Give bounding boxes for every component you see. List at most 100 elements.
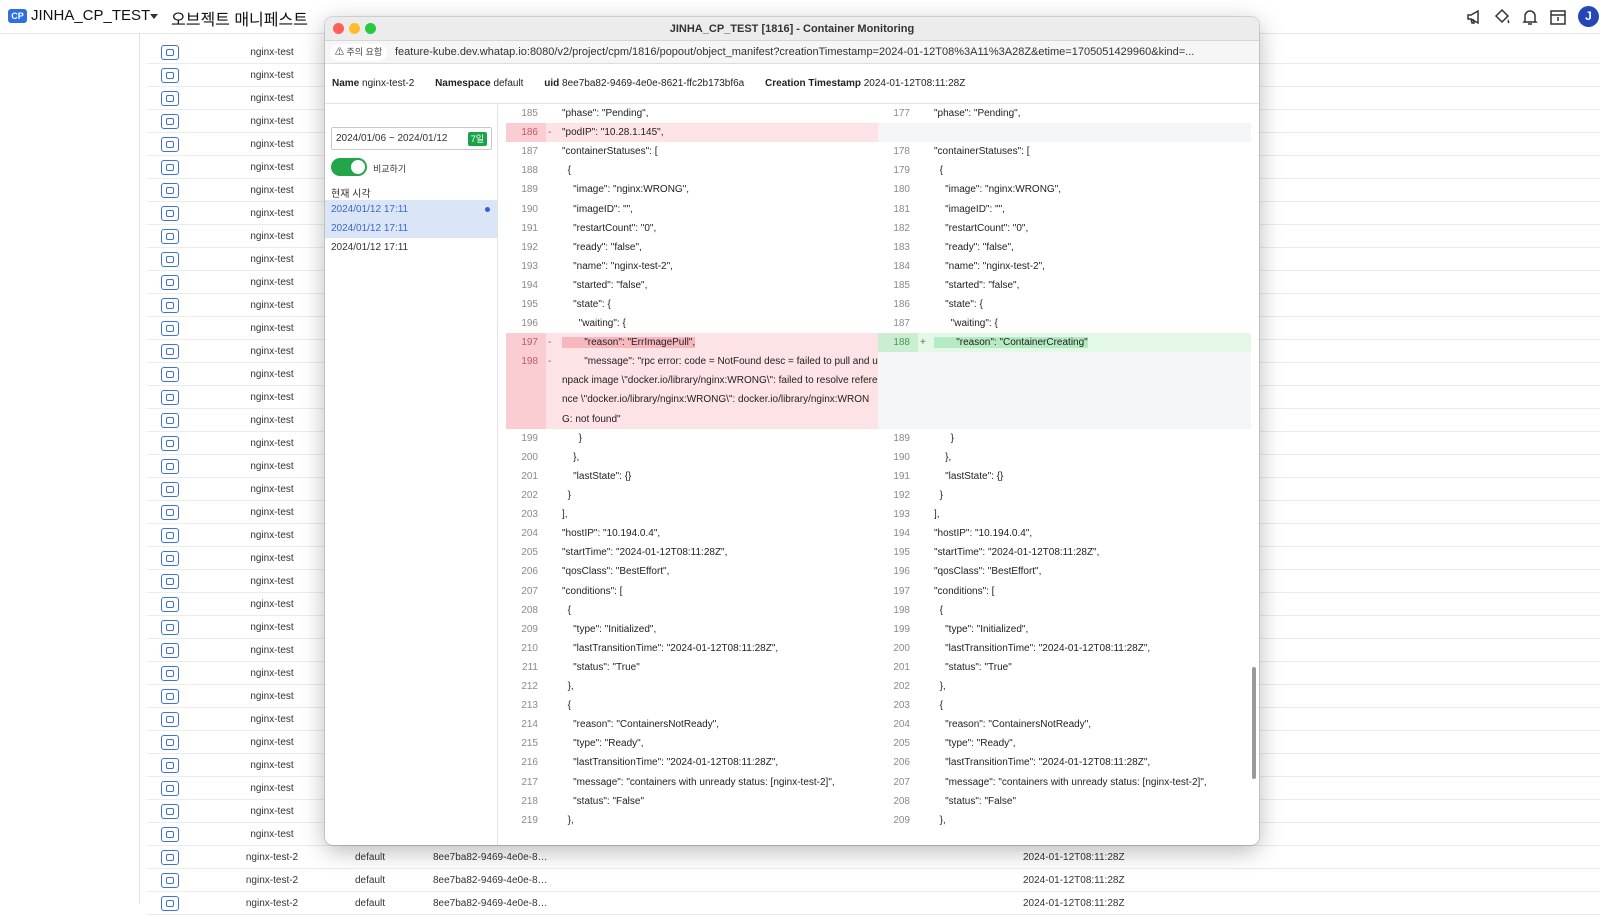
- bell-icon[interactable]: [1520, 7, 1540, 27]
- code-text: "startTime": "2024-01-12T08:11:28Z",: [934, 547, 1100, 559]
- manifest-view-icon[interactable]: [161, 252, 179, 267]
- diff-right-side: 207 "message": "containers with unready …: [878, 773, 1251, 792]
- manifest-view-icon[interactable]: [161, 505, 179, 520]
- manifest-view-icon[interactable]: [161, 574, 179, 589]
- manifest-view-icon[interactable]: [161, 206, 179, 221]
- chevron-down-icon[interactable]: [150, 14, 158, 19]
- manifest-view-icon[interactable]: [161, 551, 179, 566]
- diff-line: 203], 193],: [506, 505, 1251, 524]
- code-text: "lastTransitionTime": "2024-01-12T08:11:…: [562, 757, 779, 769]
- history-time-item[interactable]: 2024/01/12 17:11: [325, 219, 497, 238]
- line-number: 206: [893, 757, 910, 769]
- manifest-view-icon[interactable]: [161, 528, 179, 543]
- diff-left-side: 218 "status": "False": [506, 792, 878, 811]
- manifest-view-icon[interactable]: [161, 367, 179, 382]
- diff-left-side: 209 "type": "Initialized",: [506, 620, 878, 639]
- manifest-view-icon[interactable]: [161, 321, 179, 336]
- manifest-view-icon[interactable]: [161, 873, 179, 888]
- manifest-view-icon[interactable]: [161, 413, 179, 428]
- manifest-view-icon[interactable]: [161, 298, 179, 313]
- url-text[interactable]: feature-kube.dev.whatap.io:8080/v2/proje…: [395, 46, 1255, 58]
- scrollbar[interactable]: [1252, 667, 1256, 779]
- diff-right-side: 197 "conditions": [: [878, 582, 1251, 601]
- days-badge: 7일: [467, 132, 487, 146]
- history-time-label: 2024/01/12 17:11: [331, 204, 409, 215]
- manifest-view-icon[interactable]: [161, 482, 179, 497]
- diff-right-side: 178 "containerStatuses": [: [878, 142, 1251, 161]
- code-text: "type": "Initialized",: [562, 623, 657, 635]
- diff-line: 192 "ready": "false", 183 "ready": "false…: [506, 238, 1251, 257]
- table-row[interactable]: nginx-test-2 default 8ee7ba82-9469-4e0e-8……: [147, 846, 1600, 870]
- manifest-view-icon[interactable]: [161, 459, 179, 474]
- manifest-view-icon[interactable]: [161, 137, 179, 152]
- manifest-view-icon[interactable]: [161, 758, 179, 773]
- diff-right-side: 182 "restartCount": "0",: [878, 219, 1251, 238]
- code-text: "imageID": "",: [934, 203, 1005, 215]
- manifest-view-icon[interactable]: [161, 735, 179, 750]
- history-time-label: 2024/01/12 17:11: [331, 223, 409, 234]
- code-text: "conditions": [: [562, 585, 623, 597]
- manifest-view-icon[interactable]: [161, 160, 179, 175]
- code-text: },: [562, 451, 580, 463]
- row-name: nginx-test: [250, 208, 294, 219]
- diff-left-side: 193 "name": "nginx-test-2",: [506, 257, 878, 276]
- line-number: 177: [893, 108, 910, 119]
- table-row[interactable]: nginx-test-2 default 8ee7ba82-9469-4e0e-8……: [147, 869, 1600, 893]
- manifest-view-icon[interactable]: [161, 643, 179, 658]
- manifest-view-icon[interactable]: [161, 850, 179, 865]
- manifest-view-icon[interactable]: [161, 597, 179, 612]
- code-text: "hostIP": "10.194.0.4",: [562, 528, 661, 540]
- manifest-view-icon[interactable]: [161, 781, 179, 796]
- manifest-view-icon[interactable]: [161, 91, 179, 106]
- avatar[interactable]: J: [1578, 6, 1599, 27]
- date-range-picker[interactable]: 2024/01/06 ~ 2024/01/12 7일: [331, 127, 492, 150]
- manifest-view-icon[interactable]: [161, 114, 179, 129]
- window-titlebar[interactable]: JINHA_CP_TEST [1816] - Container Monitor…: [325, 17, 1259, 41]
- history-time-item[interactable]: 2024/01/12 17:11: [325, 238, 497, 257]
- security-warning-badge[interactable]: ⚠ 주의 요함: [330, 44, 388, 61]
- row-name: nginx-test: [250, 323, 294, 334]
- manifest-view-icon[interactable]: [161, 344, 179, 359]
- line-number: 204: [893, 719, 910, 731]
- manifest-view-icon[interactable]: [161, 183, 179, 198]
- manifest-view-icon[interactable]: [161, 620, 179, 635]
- manifest-view-icon[interactable]: [161, 666, 179, 681]
- diff-right-side: 187 "waiting": {: [878, 314, 1251, 333]
- manifest-diff-view[interactable]: 185 "phase": "Pending", 177 "phase": "Pendi…: [506, 104, 1251, 845]
- line-number: 212: [521, 681, 538, 692]
- manifest-view-icon[interactable]: [161, 827, 179, 842]
- line-number: 195: [893, 547, 910, 559]
- code-text: "message": "rpc error: code = NotFound d…: [562, 356, 878, 425]
- code-text: },: [934, 681, 946, 692]
- code-text: {: [562, 700, 571, 712]
- code-text: }: [934, 490, 943, 501]
- code-text: "status": "True": [934, 661, 1012, 673]
- line-number: 193: [521, 260, 538, 272]
- project-selector[interactable]: JINHA_CP_TEST: [31, 7, 150, 24]
- manifest-view-icon[interactable]: [161, 390, 179, 405]
- manifest-view-icon[interactable]: [161, 436, 179, 451]
- row-name: nginx-test: [250, 415, 294, 426]
- diff-left-side: 210 "lastTransitionTime": "2024-01-12T08…: [506, 639, 878, 658]
- manifest-view-icon[interactable]: [161, 689, 179, 704]
- diff-line: 204 "hostIP": "10.194.0.4", 194 "hostIP": "…: [506, 524, 1251, 543]
- diff-left-side: 205 "startTime": "2024-01-12T08:11:28Z",: [506, 543, 878, 562]
- row-name: nginx-test: [250, 70, 294, 81]
- megaphone-icon[interactable]: [1465, 7, 1485, 27]
- manifest-view-icon[interactable]: [161, 804, 179, 819]
- manifest-view-icon[interactable]: [161, 45, 179, 60]
- calendar-icon[interactable]: [1548, 7, 1568, 27]
- line-number: 182: [893, 222, 910, 234]
- code-text: "started": "false",: [562, 279, 648, 291]
- compare-toggle[interactable]: [331, 158, 367, 176]
- history-time-item[interactable]: 2024/01/12 17:11: [325, 200, 497, 219]
- manifest-view-icon[interactable]: [161, 275, 179, 290]
- code-text: "containerStatuses": [: [934, 146, 1030, 158]
- row-name: nginx-test: [250, 162, 294, 173]
- paint-bucket-icon[interactable]: [1492, 7, 1512, 27]
- manifest-view-icon[interactable]: [161, 229, 179, 244]
- row-name: nginx-test: [250, 714, 294, 725]
- manifest-view-icon[interactable]: [161, 712, 179, 727]
- diff-line: 191 "restartCount": "0", 182 "restartCoun…: [506, 219, 1251, 238]
- manifest-view-icon[interactable]: [161, 68, 179, 83]
